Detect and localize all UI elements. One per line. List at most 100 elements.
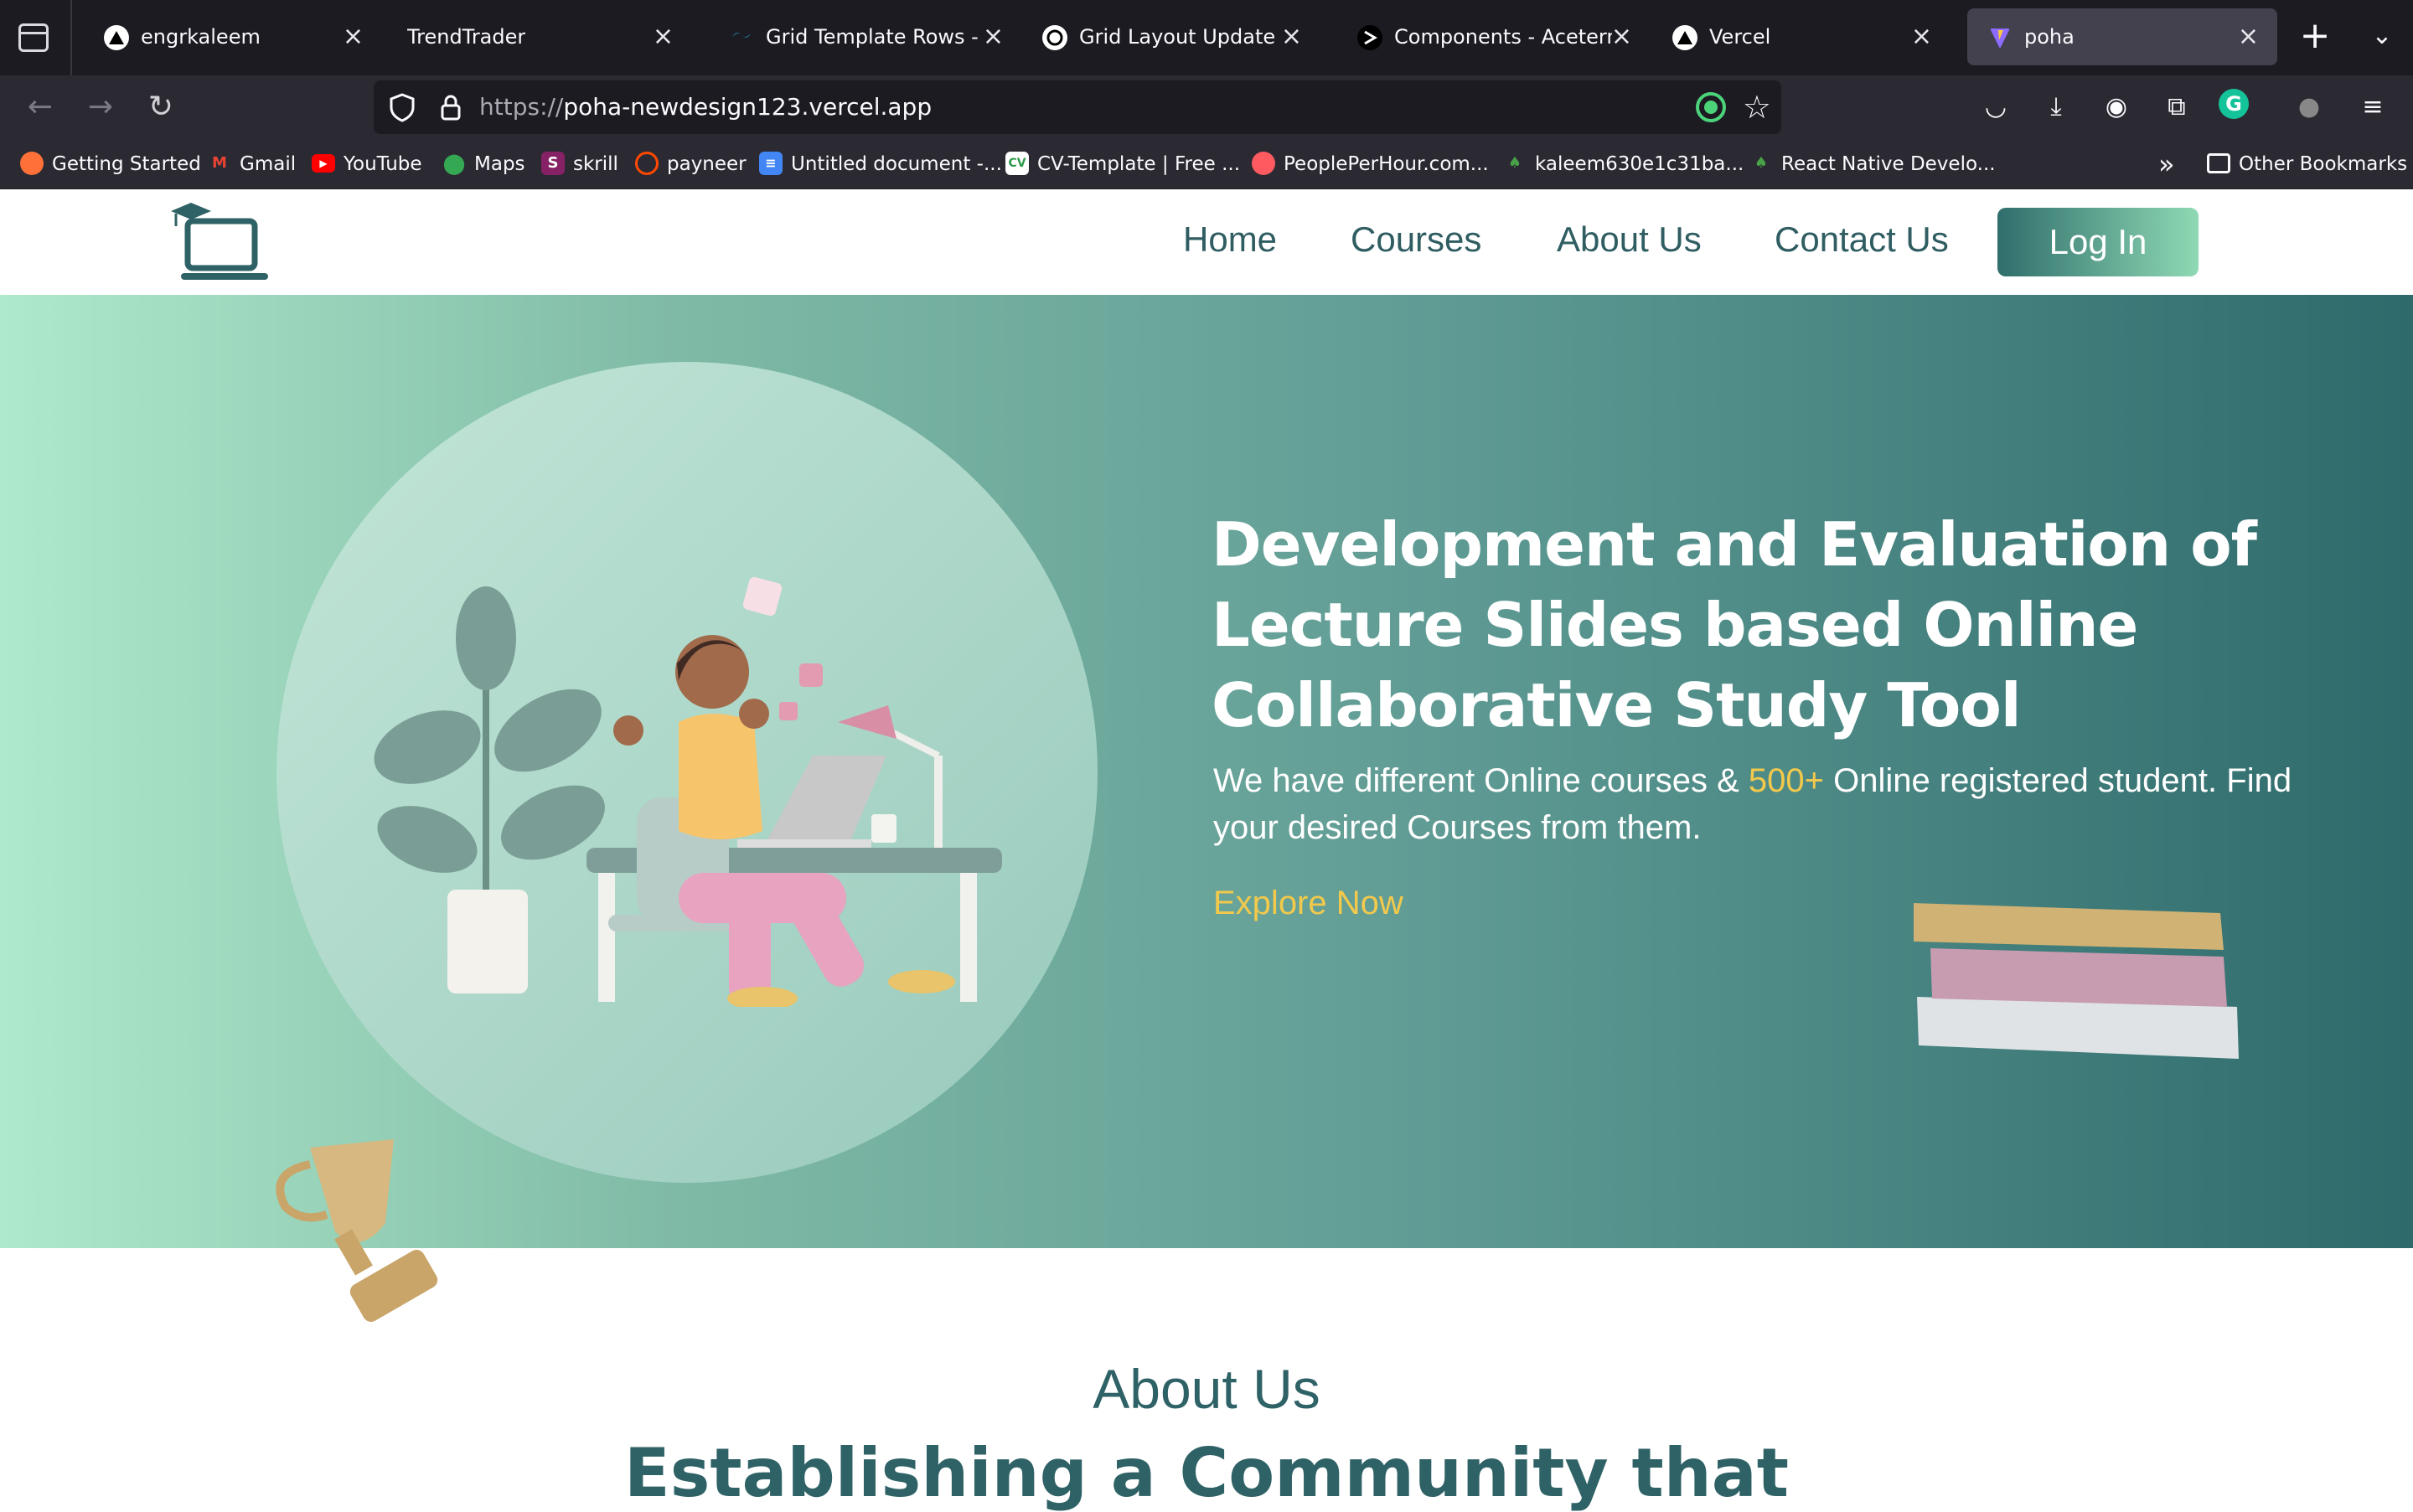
url-host: poha-newdesign123.vercel.app bbox=[563, 93, 933, 121]
hamburger-menu-icon[interactable]: ≡ bbox=[2351, 85, 2395, 129]
tab-vercel[interactable]: Vercel × bbox=[1652, 8, 1951, 65]
profile-icon[interactable]: ● bbox=[2287, 85, 2331, 129]
bookmark-label: Getting Started bbox=[52, 153, 201, 175]
bookmark-item[interactable]: ♠ React Native Develo... bbox=[1749, 139, 1996, 189]
tab-label: TrendTrader bbox=[407, 25, 526, 49]
close-icon[interactable]: × bbox=[1281, 8, 1302, 65]
forward-button[interactable]: → bbox=[79, 85, 122, 129]
bookmark-label: YouTube bbox=[344, 153, 422, 175]
explore-now-link[interactable]: Explore Now bbox=[1213, 885, 1403, 922]
youtube-icon: ▶ bbox=[312, 153, 335, 173]
tab-trendtrader[interactable]: TrendTrader × bbox=[394, 8, 692, 65]
hero-desc-part1: We have different Online courses & bbox=[1213, 762, 1749, 799]
bookmark-label: kaleem630e1c31ba... bbox=[1535, 153, 1744, 175]
bookmark-item[interactable]: payneer bbox=[635, 139, 747, 189]
bookmark-label: Maps bbox=[474, 153, 525, 175]
tab-label: poha bbox=[2024, 25, 2075, 49]
tab-engrkaleem[interactable]: engrkaleem × bbox=[84, 8, 382, 65]
bookmark-item[interactable]: Getting Started bbox=[20, 139, 201, 189]
bookmark-item[interactable]: CV CV-Template | Free ... bbox=[1005, 139, 1240, 189]
other-bookmarks[interactable]: Other Bookmarks bbox=[2207, 139, 2407, 189]
shield-icon[interactable] bbox=[385, 90, 419, 124]
gmail-icon: M bbox=[212, 153, 227, 172]
close-icon[interactable]: × bbox=[1911, 8, 1932, 65]
tab-label: Grid Layout Update bbox=[1079, 25, 1276, 49]
browser-tab-bar: engrkaleem × TrendTrader × Grid Template… bbox=[0, 0, 2413, 75]
bookmark-label: PeoplePerHour.com... bbox=[1284, 153, 1489, 175]
nav-courses[interactable]: Courses bbox=[1351, 214, 1481, 265]
bookmark-item[interactable]: ▶ YouTube bbox=[312, 139, 422, 189]
account-icon[interactable]: ◉ bbox=[2095, 85, 2138, 129]
other-bookmarks-label: Other Bookmarks bbox=[2239, 153, 2408, 175]
folder-icon bbox=[2207, 152, 2230, 173]
download-icon[interactable]: ⤓ bbox=[2034, 85, 2078, 129]
tab-label: Vercel bbox=[1709, 25, 1771, 49]
cv-icon: CV bbox=[1005, 151, 1029, 175]
bookmark-label: skrill bbox=[573, 153, 618, 175]
hero-desc-highlight: 500+ bbox=[1748, 762, 1824, 799]
close-icon[interactable]: × bbox=[983, 8, 1004, 65]
url-bar[interactable]: https://poha-newdesign123.vercel.app ☆ bbox=[374, 80, 1781, 134]
extension-target-icon[interactable] bbox=[1696, 92, 1726, 122]
firefox-icon bbox=[20, 151, 44, 175]
bookmark-item[interactable]: ⬤ Maps bbox=[442, 139, 525, 189]
extensions-icon[interactable]: ⧉ bbox=[2155, 85, 2199, 129]
url-text[interactable]: https://poha-newdesign123.vercel.app bbox=[479, 80, 932, 134]
bookmark-item[interactable]: Sskrill bbox=[541, 139, 618, 189]
browser-toolbar: ← → ↻ https://poha-newdesign123.vercel.a… bbox=[0, 75, 2413, 139]
new-tab-button[interactable]: + bbox=[2294, 15, 2336, 57]
grammarly-icon[interactable]: G bbox=[2219, 89, 2249, 119]
bookmark-item[interactable]: PeoplePerHour.com... bbox=[1252, 139, 1489, 189]
all-tabs-icon[interactable] bbox=[18, 23, 49, 52]
tab-components-aceternity[interactable]: Components - Aceternity × bbox=[1337, 8, 1635, 65]
tab-grid-layout-update[interactable]: Grid Layout Update × bbox=[1022, 8, 1320, 65]
tab-label: Components - Aceternity bbox=[1394, 25, 1612, 49]
bookmark-item[interactable]: ≡ Untitled document -... bbox=[759, 139, 1002, 189]
bookmark-item[interactable]: ♠ kaleem630e1c31ba... bbox=[1503, 139, 1744, 189]
close-icon[interactable]: × bbox=[343, 8, 364, 65]
chevron-double-right-icon[interactable]: » bbox=[2158, 139, 2175, 189]
site-header: Home Courses About Us Contact Us Log In bbox=[0, 189, 2413, 295]
url-protocol: https:// bbox=[479, 93, 564, 121]
tab-separator bbox=[70, 0, 72, 75]
maps-icon: ⬤ bbox=[442, 151, 466, 175]
vite-icon bbox=[1990, 28, 2010, 49]
tab-grid-template-rows[interactable]: Grid Template Rows - Tai × bbox=[709, 8, 1007, 65]
close-icon[interactable]: × bbox=[1611, 8, 1632, 65]
aceternity-icon bbox=[1357, 25, 1382, 50]
hero-section: Development and Evaluation of Lecture Sl… bbox=[0, 295, 2413, 1248]
vercel-triangle-icon bbox=[1672, 25, 1697, 50]
back-button[interactable]: ← bbox=[18, 85, 62, 129]
bookmark-label: CV-Template | Free ... bbox=[1037, 153, 1241, 175]
pocket-icon[interactable]: ◡ bbox=[1974, 85, 2018, 129]
about-section-heading: Establishing a Community that bbox=[624, 1434, 1789, 1512]
lock-icon[interactable] bbox=[434, 90, 468, 124]
tab-label: engrkaleem bbox=[141, 25, 261, 49]
reload-button[interactable]: ↻ bbox=[139, 85, 183, 129]
bookmark-item[interactable]: M Gmail bbox=[208, 139, 296, 189]
payoneer-icon bbox=[635, 151, 659, 175]
nav-contact[interactable]: Contact Us bbox=[1775, 214, 1949, 265]
nav-about[interactable]: About Us bbox=[1557, 214, 1702, 265]
bookmark-label: Untitled document -... bbox=[791, 153, 1002, 175]
docs-icon: ≡ bbox=[759, 151, 783, 175]
laptop-graduation-logo-icon[interactable] bbox=[169, 193, 273, 286]
mongodb-leaf-icon: ♠ bbox=[1507, 153, 1522, 172]
about-section-label: About Us bbox=[1093, 1358, 1320, 1420]
skrill-icon: S bbox=[541, 151, 565, 175]
close-icon[interactable]: × bbox=[2238, 8, 2259, 65]
tab-label: Grid Template Rows - Tai bbox=[766, 25, 982, 49]
tailwind-icon bbox=[732, 33, 751, 38]
chevron-down-icon[interactable]: ⌄ bbox=[2361, 15, 2403, 57]
nav-home[interactable]: Home bbox=[1183, 214, 1277, 265]
login-button[interactable]: Log In bbox=[1997, 208, 2199, 276]
bookmark-label: React Native Develo... bbox=[1781, 153, 1996, 175]
student-at-desk-illustration bbox=[374, 576, 1002, 1007]
bookmark-label: Gmail bbox=[240, 153, 297, 175]
mongodb-leaf-icon: ♠ bbox=[1754, 153, 1769, 172]
bookmark-star-icon[interactable]: ☆ bbox=[1743, 80, 1771, 134]
hero-description: We have different Online courses & 500+ … bbox=[1213, 757, 2336, 851]
close-icon[interactable]: × bbox=[653, 8, 674, 65]
pph-icon bbox=[1252, 151, 1275, 175]
tab-poha[interactable]: poha × bbox=[1967, 8, 2277, 65]
